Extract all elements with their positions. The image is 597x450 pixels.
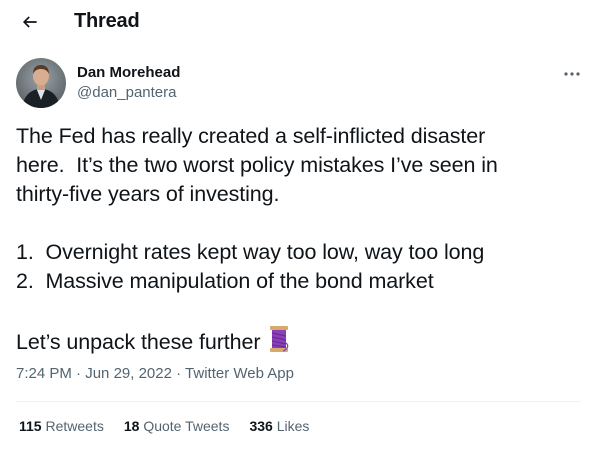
thread-spool-icon — [268, 325, 290, 361]
more-options-button[interactable] — [558, 64, 586, 84]
quotes-label: Quote Tweets — [143, 418, 230, 434]
divider — [16, 401, 581, 402]
likes-label: Likes — [276, 418, 310, 434]
page-title: Thread — [74, 10, 140, 32]
tweet-list-item: 2. Massive manipulation of the bond mark… — [16, 269, 434, 293]
quotes-count: 18 — [123, 418, 140, 434]
likes-count: 336 — [249, 418, 273, 434]
tweet-line: The Fed has really created a self-inflic… — [16, 124, 486, 148]
likes-stat[interactable]: 336 Likes — [249, 418, 309, 434]
thread-header: Thread — [0, 0, 597, 44]
meta-separator: · — [71, 365, 86, 382]
tweet-closing-text: Let’s unpack these further — [16, 330, 261, 354]
tweet-page: Thread Dan Morehead @dan_pantera The Fed… — [0, 0, 597, 450]
tweet-list-item: 1. Overnight rates kept way too low, way… — [16, 240, 485, 264]
tweet-time[interactable]: 7:24 PM — [16, 365, 72, 382]
quote-tweets-stat[interactable]: 18 Quote Tweets — [124, 418, 230, 434]
tweet-meta: 7:24 PM · Jun 29, 2022 · Twitter Web App — [16, 365, 294, 382]
author-handle[interactable]: @dan_pantera — [77, 84, 176, 101]
tweet-source[interactable]: Twitter Web App — [185, 365, 294, 382]
retweets-label: Retweets — [45, 418, 104, 434]
back-button[interactable] — [16, 8, 44, 36]
tweet-date[interactable]: Jun 29, 2022 — [85, 365, 172, 382]
tweet-closing-line: Let’s unpack these further — [16, 325, 581, 361]
more-horizontal-icon — [564, 72, 580, 76]
tweet-text: The Fed has really created a self-inflic… — [16, 122, 581, 361]
author-name[interactable]: Dan Morehead — [77, 64, 180, 81]
avatar[interactable] — [16, 58, 66, 108]
arrow-left-icon — [22, 16, 37, 28]
tweet-line: here. It’s the two worst policy mistakes… — [16, 153, 498, 177]
retweets-stat[interactable]: 115 Retweets — [19, 418, 104, 434]
tweet-line: thirty-five years of investing. — [16, 182, 280, 206]
tweet-stats: 115 Retweets 18 Quote Tweets 336 Likes — [19, 418, 309, 434]
meta-separator: · — [171, 365, 186, 382]
retweets-count: 115 — [19, 418, 42, 434]
